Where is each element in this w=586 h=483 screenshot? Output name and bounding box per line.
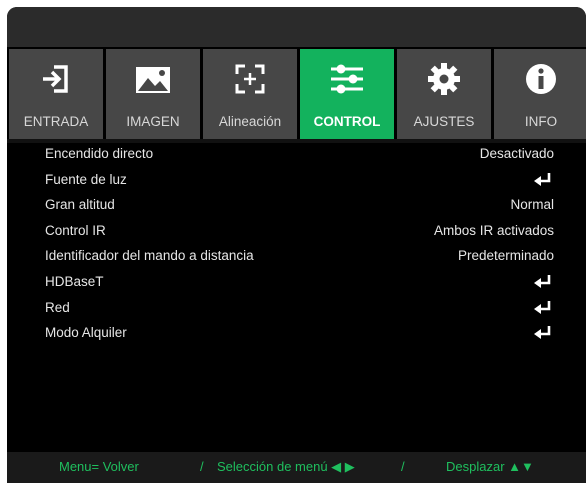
tab-alineacion[interactable]: Alineación (203, 49, 297, 139)
menu-item-value: Normal (510, 197, 554, 213)
sliders-icon (300, 61, 394, 97)
footer-separator: / (401, 459, 405, 474)
menu-item-control-ir[interactable]: Control IR Ambos IR activados (7, 218, 586, 244)
menu-item-value: Predeterminado (457, 248, 554, 264)
tab-label: ENTRADA (23, 114, 89, 129)
menu-item-modo-alquiler[interactable]: Modo Alquiler (7, 320, 586, 346)
menu-item-label: Identificador del mando a distancia (45, 248, 254, 264)
footer-back-hint: Menu= Volver (59, 459, 139, 474)
osd-menu: ENTRADA IMAGEN Alineación CONTROL AJUSTE… (7, 7, 586, 483)
tab-label: CONTROL (313, 114, 381, 129)
menu-item-red[interactable]: Red (7, 295, 586, 321)
tab-label: IMAGEN (126, 114, 180, 129)
enter-icon (534, 172, 552, 190)
menu-item-label: Fuente de luz (45, 171, 127, 187)
menu-item-label: HDBaseT (45, 273, 104, 289)
menu-item-label: Gran altitud (45, 197, 115, 213)
footer-scroll-hint: Desplazar ▲▼ (446, 459, 534, 474)
tab-label: INFO (524, 114, 558, 129)
tab-ajustes[interactable]: AJUSTES (397, 49, 491, 139)
menu-item-encendido-directo[interactable]: Encendido directo Desactivado (7, 141, 586, 167)
menu-item-hdbaset[interactable]: HDBaseT (7, 269, 586, 295)
menu-item-value: Ambos IR activados (433, 222, 554, 238)
tab-bar: ENTRADA IMAGEN Alineación CONTROL AJUSTE… (9, 49, 586, 139)
tab-control[interactable]: CONTROL (300, 49, 394, 139)
tab-info[interactable]: INFO (494, 49, 586, 139)
input-icon (9, 61, 103, 97)
alignment-icon (203, 61, 297, 97)
image-icon (106, 61, 200, 97)
enter-icon (534, 326, 552, 343)
footer-separator: / (200, 459, 204, 474)
menu-item-gran-altitud[interactable]: Gran altitud Normal (7, 192, 586, 218)
menu-item-label: Modo Alquiler (45, 325, 127, 341)
menu-item-fuente-de-luz[interactable]: Fuente de luz (7, 167, 586, 193)
tab-label: Alineación (218, 114, 282, 129)
footer-select-hint: Selección de menú ◀ ▶ (217, 459, 355, 474)
enter-icon (534, 274, 552, 292)
footer-help-bar: Menu= Volver / Selección de menú ◀ ▶ / D… (7, 452, 586, 483)
menu-item-label: Red (45, 299, 70, 315)
tab-entrada[interactable]: ENTRADA (9, 49, 103, 139)
menu-item-value: Desactivado (479, 146, 554, 161)
top-bar (7, 7, 586, 47)
gear-icon (397, 61, 491, 97)
menu-item-identificador-mando[interactable]: Identificador del mando a distancia Pred… (7, 243, 586, 269)
enter-icon (534, 300, 552, 318)
menu-item-label: Control IR (45, 222, 106, 238)
info-icon (494, 61, 586, 97)
tab-label: AJUSTES (413, 114, 475, 129)
control-menu-list: Encendido directo Desactivado Fuente de … (7, 141, 586, 346)
tab-imagen[interactable]: IMAGEN (106, 49, 200, 139)
menu-item-label: Encendido directo (45, 146, 154, 161)
